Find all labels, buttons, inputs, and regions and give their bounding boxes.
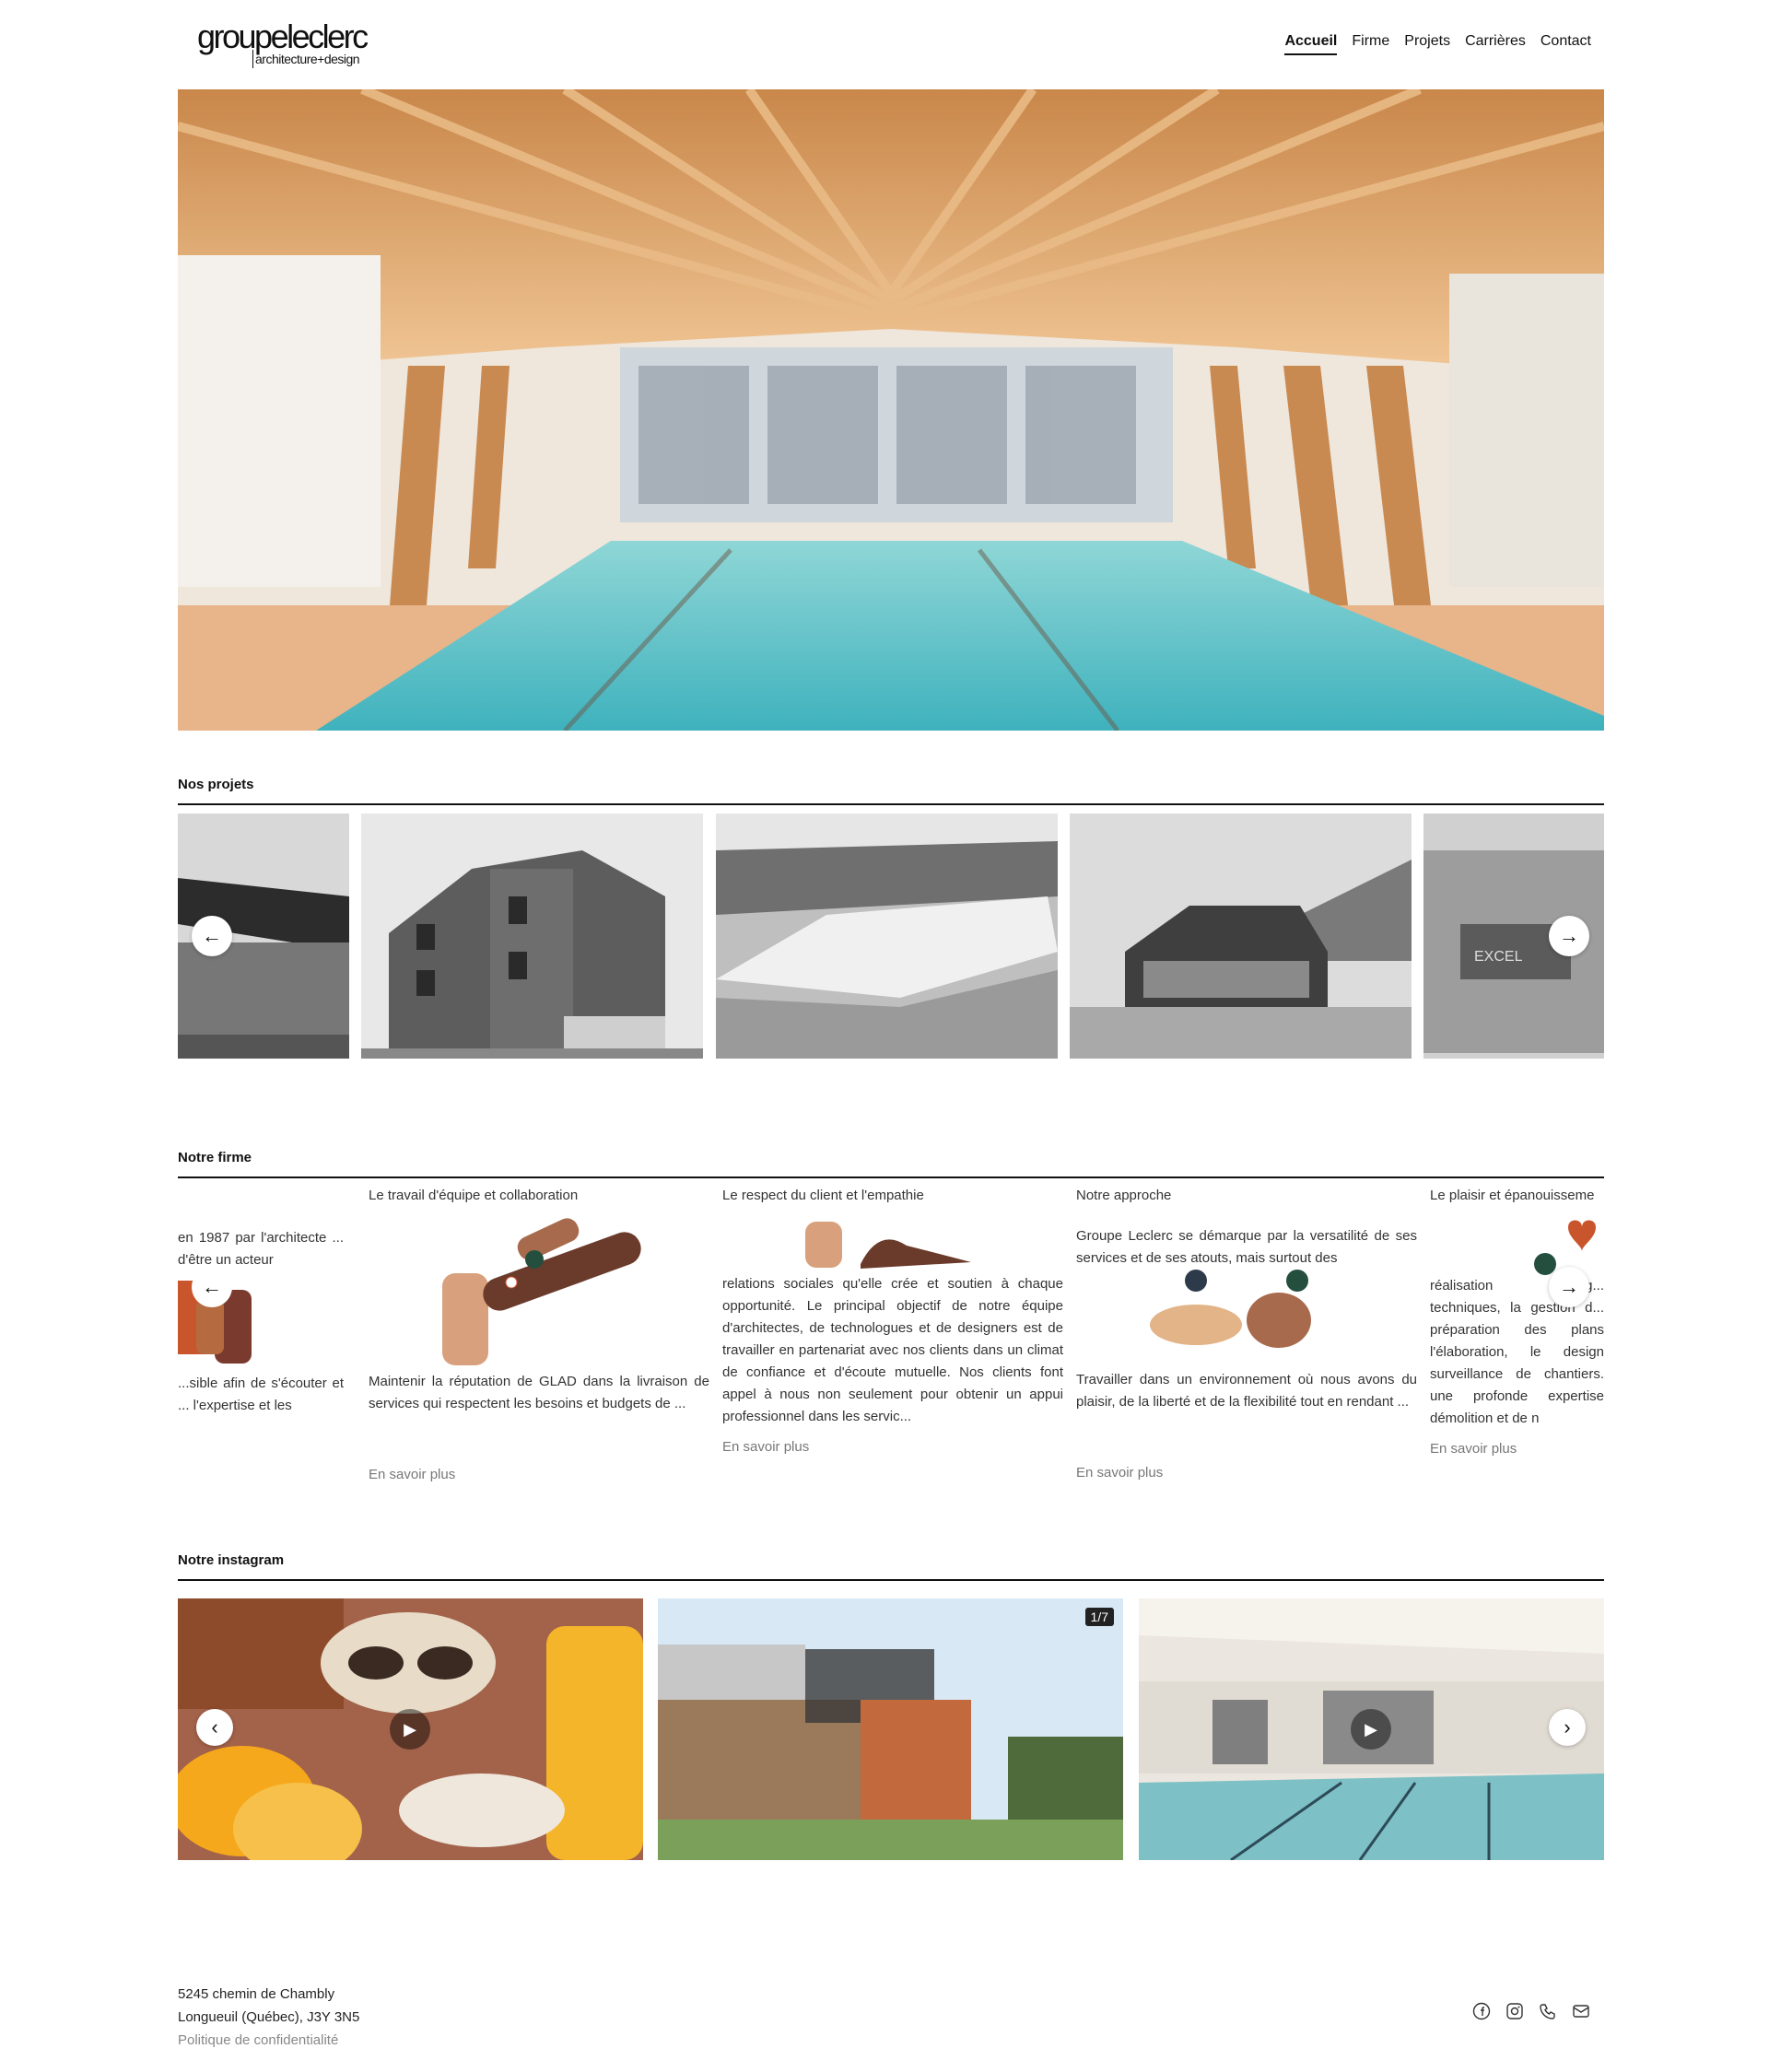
firm-card-more-link[interactable]: En savoir plus xyxy=(1430,1441,1604,1457)
play-icon[interactable]: ▶ xyxy=(1351,1709,1391,1750)
nav-item-projets[interactable]: Projets xyxy=(1404,33,1450,55)
firm-card-text: Travailler dans un environnement où nous… xyxy=(1076,1372,1417,1410)
firm-card-text: relations sociales qu'elle crée et souti… xyxy=(722,1276,1063,1424)
firm-card[interactable]: Le travail d'équipe et collaboration Mai… xyxy=(369,1187,709,1482)
address-line-1: 5245 chemin de Chambly xyxy=(178,1986,335,2002)
instagram-post[interactable]: ▶ xyxy=(178,1598,643,1860)
firm-card-title: Le plaisir et épanouisseme xyxy=(1430,1188,1595,1203)
firm-title: Notre firme xyxy=(178,1150,252,1165)
firm-card-intro: Groupe Leclerc se démarque par la versat… xyxy=(1076,1228,1417,1266)
media-count-badge: 1/7 xyxy=(1084,1608,1114,1626)
instagram-next-button[interactable]: › xyxy=(1549,1709,1586,1746)
firm-carousel: en 1987 par l'architecte ... d'être un a… xyxy=(178,1187,1604,1509)
instagram-icon[interactable] xyxy=(1505,2001,1525,2021)
chevron-right-icon: › xyxy=(1564,1715,1571,1738)
instagram-carousel: ▶ 1/7 ▶ ‹ › xyxy=(178,1598,1604,1860)
project-card[interactable] xyxy=(716,814,1058,1059)
firm-prev-button[interactable]: ← xyxy=(192,1267,232,1307)
firm-card-text: Maintenir la réputation de GLAD dans la … xyxy=(369,1374,709,1411)
firm-divider xyxy=(178,1176,1604,1178)
project-card[interactable] xyxy=(361,814,703,1059)
hero-image xyxy=(178,89,1604,731)
firm-card-more-link[interactable]: En savoir plus xyxy=(1076,1465,1417,1481)
instagram-divider xyxy=(178,1579,1604,1581)
main-nav: Accueil Firme Projets Carrières Contact xyxy=(1284,33,1591,55)
firm-card-title: Notre approche xyxy=(1076,1188,1172,1203)
instagram-post[interactable]: 1/7 xyxy=(658,1598,1123,1860)
nav-item-accueil[interactable]: Accueil xyxy=(1284,33,1338,55)
facebook-icon[interactable] xyxy=(1471,2001,1492,2021)
projects-carousel: EXCEL ← → xyxy=(178,814,1604,1059)
carousel-next-button[interactable]: → xyxy=(1549,916,1589,956)
firm-card-intro: en 1987 par l'architecte ... d'être un a… xyxy=(178,1230,344,1268)
social-links xyxy=(1471,2001,1591,2021)
nav-item-carrieres[interactable]: Carrières xyxy=(1465,33,1526,55)
instagram-post[interactable]: ▶ xyxy=(1139,1598,1604,1860)
privacy-link[interactable]: Politique de confidentialité xyxy=(178,2029,359,2052)
arrow-right-icon: → xyxy=(1559,1275,1579,1298)
projects-divider xyxy=(178,803,1604,805)
nav-item-contact[interactable]: Contact xyxy=(1541,33,1591,55)
address-line-2: Longueuil (Québec), J3Y 3N5 xyxy=(178,2009,360,2025)
instagram-title: Notre instagram xyxy=(178,1552,285,1568)
nav-item-firme[interactable]: Firme xyxy=(1352,33,1389,55)
firm-card[interactable]: Le respect du client et l'empathie relat… xyxy=(722,1187,1063,1455)
firm-card[interactable]: Notre approche Groupe Leclerc se démarqu… xyxy=(1076,1187,1417,1481)
firm-card-title: Le respect du client et l'empathie xyxy=(722,1188,924,1203)
instagram-prev-button[interactable]: ‹ xyxy=(196,1709,233,1746)
brand-logo[interactable]: groupeleclerc architecture+design xyxy=(197,18,372,74)
mail-icon[interactable] xyxy=(1571,2001,1591,2021)
firm-card-text: ...sible afin de s'écouter et ... l'expe… xyxy=(178,1375,344,1413)
carousel-prev-button[interactable]: ← xyxy=(192,916,232,956)
arrow-right-icon: → xyxy=(1559,924,1579,947)
firm-card-more-link[interactable]: En savoir plus xyxy=(722,1439,1063,1455)
firm-next-button[interactable]: → xyxy=(1549,1267,1589,1307)
arrow-left-icon: ← xyxy=(202,1275,222,1298)
phone-icon[interactable] xyxy=(1538,2001,1558,2021)
play-icon[interactable]: ▶ xyxy=(390,1709,430,1750)
arrow-left-icon: ← xyxy=(202,924,222,947)
project-card[interactable] xyxy=(1070,814,1412,1059)
svg-text:EXCEL: EXCEL xyxy=(1474,949,1523,965)
projects-title: Nos projets xyxy=(178,777,254,792)
firm-card-title: Le travail d'équipe et collaboration xyxy=(369,1188,579,1203)
chevron-left-icon: ‹ xyxy=(211,1715,218,1738)
brand-tagline: architecture+design xyxy=(252,50,360,68)
firm-card-more-link[interactable]: En savoir plus xyxy=(369,1467,709,1482)
firm-card[interactable]: Le plaisir et épanouisseme réalisation p… xyxy=(1430,1187,1604,1457)
footer-address: 5245 chemin de Chambly Longueuil (Québec… xyxy=(178,1983,359,2052)
